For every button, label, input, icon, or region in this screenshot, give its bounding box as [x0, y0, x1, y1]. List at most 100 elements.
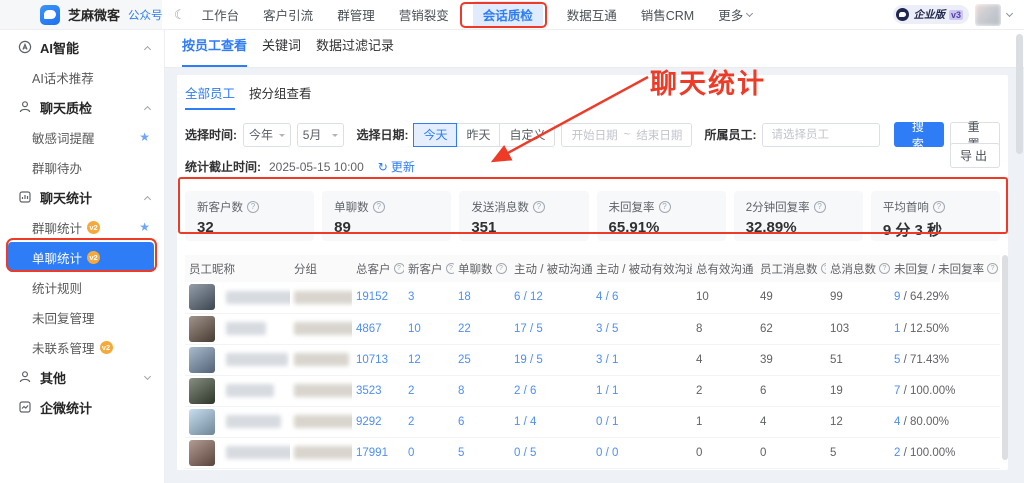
table-row[interactable]: 3523 2 8 2 / 6 1 / 1 2 6 19 7 / 100.00%	[185, 375, 1000, 406]
top-nav-item[interactable]: 工作台	[202, 1, 240, 28]
user-avatar[interactable]	[975, 4, 1001, 26]
main-tab[interactable]: 数据过滤记录	[316, 35, 394, 67]
dark-mode-icon[interactable]: ☾	[174, 7, 186, 23]
table-header-cell[interactable]: 总有效沟通 ?	[692, 255, 756, 282]
active-passive-effective-cell[interactable]: 1 / 1	[592, 375, 692, 406]
sidebar-group-chat-stats[interactable]: 聊天统计	[8, 182, 154, 212]
main-tab[interactable]: 关键词	[262, 35, 301, 67]
help-icon[interactable]: ?	[247, 201, 259, 213]
table-header-cell[interactable]: 分组 ?	[290, 255, 352, 282]
active-passive-effective-cell[interactable]: 4 / 6	[592, 282, 692, 313]
table-header-cell[interactable]: 总消息数 ?	[826, 255, 890, 282]
total-customers-cell[interactable]: 4867	[352, 313, 404, 344]
table-header-cell[interactable]: 员工昵称 ?	[185, 255, 290, 282]
active-passive-effective-cell[interactable]: 3 / 5	[592, 313, 692, 344]
active-passive-effective-cell[interactable]: 0 / 0	[592, 437, 692, 468]
table-row[interactable]: 19152 3 18 6 / 12 4 / 6 10 49 99 9 / 64.…	[185, 282, 1000, 313]
active-passive-cell[interactable]: 19 / 5	[510, 344, 592, 375]
unreplied-cell[interactable]: 4 / 80.00%	[890, 406, 1000, 437]
table-header-cell[interactable]: 总客户 ?	[352, 255, 404, 282]
year-select[interactable]: 今年	[243, 123, 291, 147]
help-icon[interactable]: ?	[659, 201, 671, 213]
active-passive-cell[interactable]: 17 / 5	[510, 313, 592, 344]
top-nav-item[interactable]: 销售CRM	[641, 1, 694, 28]
sidebar-item-group-chat-stats[interactable]: 群聊统计 v2 ★	[8, 212, 154, 242]
chat-count-cell[interactable]: 6	[454, 406, 510, 437]
new-customers-cell[interactable]: 12	[404, 344, 454, 375]
new-customers-cell[interactable]	[404, 468, 454, 470]
table-row[interactable]: 4867 10 22 17 / 5 3 / 5 8 62 103 1 / 12.…	[185, 313, 1000, 344]
new-customers-cell[interactable]: 2	[404, 375, 454, 406]
active-passive-effective-cell[interactable]	[592, 468, 692, 470]
active-passive-cell[interactable]: 1 / 4	[510, 406, 592, 437]
chat-count-cell[interactable]	[454, 468, 510, 470]
sidebar-group-other[interactable]: 其他	[8, 362, 154, 392]
table-row[interactable]: 10713 12 25 19 / 5 3 / 1 4 39 51 5 / 71.…	[185, 344, 1000, 375]
top-nav-item[interactable]: 群管理	[337, 1, 375, 28]
date-range-input[interactable]: 开始日期 ~ 结束日期	[561, 123, 692, 147]
table-header-cell[interactable]: 主动 / 被动有效沟通 ?	[592, 255, 692, 282]
table-scrollbar[interactable]	[1002, 255, 1008, 460]
sidebar-item-group-todo[interactable]: 群聊待办	[8, 152, 154, 182]
help-icon[interactable]: ?	[373, 201, 385, 213]
sidebar-item-sensitive-words[interactable]: 敏感词提醒 ★	[8, 122, 154, 152]
sidebar-group-wecom-stats[interactable]: 企微统计	[8, 392, 154, 422]
table-header-cell[interactable]: 员工消息数 ?	[756, 255, 826, 282]
unreplied-cell[interactable]: 7 / 100.00%	[890, 375, 1000, 406]
total-customers-cell[interactable]: 19152	[352, 282, 404, 313]
total-customers-cell[interactable]: 3523	[352, 375, 404, 406]
table-header-cell[interactable]: 单聊数 ?	[454, 255, 510, 282]
help-icon[interactable]: ?	[496, 263, 507, 274]
table-row[interactable]	[185, 468, 1000, 470]
page-scrollbar[interactable]	[1016, 34, 1023, 154]
new-customers-cell[interactable]: 2	[404, 406, 454, 437]
date-quick-button[interactable]: 今天	[413, 123, 457, 147]
subtab[interactable]: 全部员工	[185, 83, 235, 110]
new-customers-cell[interactable]: 10	[404, 313, 454, 344]
sidebar-group-chat-quality[interactable]: 聊天质检	[8, 92, 154, 122]
sort-icon[interactable]	[510, 264, 511, 273]
table-header-cell[interactable]: 主动 / 被动沟通 ?	[510, 255, 592, 282]
chat-count-cell[interactable]: 8	[454, 375, 510, 406]
unreplied-cell[interactable]: 9 / 64.29%	[890, 282, 1000, 313]
chat-count-cell[interactable]: 22	[454, 313, 510, 344]
active-passive-cell[interactable]: 6 / 12	[510, 282, 592, 313]
total-customers-cell[interactable]: 10713	[352, 344, 404, 375]
unreplied-cell[interactable]	[890, 468, 1000, 470]
sidebar-item-unreplied-mgmt[interactable]: 未回复管理	[8, 302, 154, 332]
total-customers-cell[interactable]: 17991	[352, 437, 404, 468]
help-icon[interactable]: ?	[879, 263, 890, 274]
month-select[interactable]: 5月	[297, 123, 345, 147]
subtab[interactable]: 按分组查看	[249, 83, 312, 110]
top-nav-item[interactable]: 营销裂变	[399, 1, 449, 28]
top-nav-item[interactable]: 会话质检	[473, 1, 543, 28]
sidebar-item-uncontacted-mgmt[interactable]: 未联系管理 v2	[8, 332, 154, 362]
help-icon[interactable]: ?	[533, 201, 545, 213]
official-account-link[interactable]: 公众号	[128, 7, 163, 23]
unreplied-cell[interactable]: 5 / 71.43%	[890, 344, 1000, 375]
top-nav-item[interactable]: 数据互通	[567, 1, 617, 28]
table-row[interactable]: 17991 0 5 0 / 5 0 / 0 0 0 5 2 / 100.00%	[185, 437, 1000, 468]
active-passive-effective-cell[interactable]: 0 / 1	[592, 406, 692, 437]
new-customers-cell[interactable]: 0	[404, 437, 454, 468]
table-header-cell[interactable]: 新客户 ?	[404, 255, 454, 282]
table-header-cell[interactable]: 未回复 / 未回复率 ?	[890, 255, 1000, 282]
active-passive-cell[interactable]	[510, 468, 592, 470]
unreplied-cell[interactable]: 2 / 100.00%	[890, 437, 1000, 468]
unreplied-cell[interactable]: 1 / 12.50%	[890, 313, 1000, 344]
star-icon[interactable]: ★	[139, 130, 150, 144]
account-chevron-down-icon[interactable]	[1006, 9, 1013, 16]
total-customers-cell[interactable]: 9292	[352, 406, 404, 437]
sidebar-item-single-chat-stats[interactable]: 单聊统计 v2	[8, 242, 154, 272]
sidebar-group-ai[interactable]: AI智能	[8, 32, 154, 62]
chat-count-cell[interactable]: 5	[454, 437, 510, 468]
chat-count-cell[interactable]: 25	[454, 344, 510, 375]
chat-count-cell[interactable]: 18	[454, 282, 510, 313]
date-quick-button[interactable]: 昨天	[456, 123, 500, 147]
help-icon[interactable]: ?	[821, 263, 827, 274]
table-row[interactable]: 9292 2 6 1 / 4 0 / 1 1 4 12 4 / 80.00%	[185, 406, 1000, 437]
help-icon[interactable]: ?	[446, 263, 455, 274]
new-customers-cell[interactable]: 3	[404, 282, 454, 313]
total-customers-cell[interactable]	[352, 468, 404, 470]
export-button[interactable]: 导出	[950, 143, 1000, 168]
